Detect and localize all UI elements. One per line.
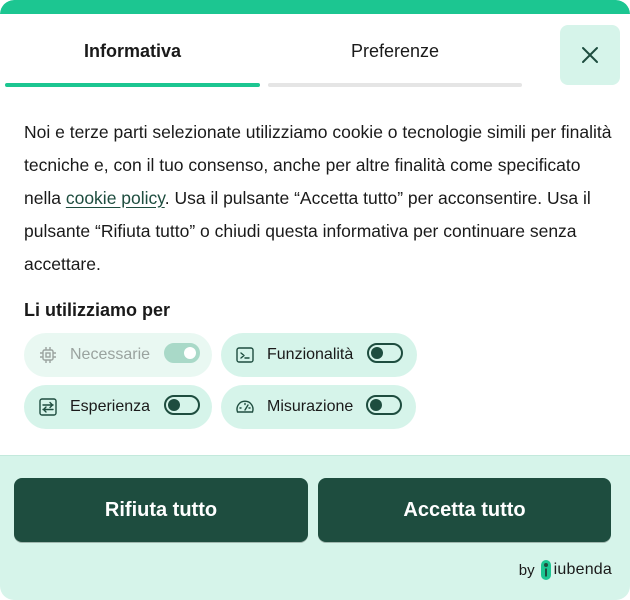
purpose-label: Necessarie: [70, 346, 151, 363]
accent-top-bar: [0, 0, 630, 14]
active-tab-indicator: [5, 83, 260, 87]
purpose-chip-esperienza: Esperienza: [24, 385, 212, 429]
purposes-title: Li utilizziamo per: [24, 300, 171, 320]
tab-bar: Informativa Preferenze: [0, 14, 630, 88]
chip-icon: [38, 345, 58, 365]
iubenda-logo-icon: [540, 560, 551, 580]
toggle-knob: [371, 347, 383, 359]
cookie-consent-dialog: Informativa Preferenze Noi e terze parti…: [0, 0, 630, 600]
purpose-chip-necessarie: Necessarie: [24, 333, 212, 377]
footer-divider: [0, 455, 630, 456]
iubenda-branding[interactable]: by iubenda: [519, 560, 612, 580]
toggle-knob: [370, 399, 382, 411]
close-icon: [582, 47, 598, 63]
reject-all-button[interactable]: Rifiuta tutto: [14, 478, 308, 542]
terminal-icon: [235, 345, 255, 365]
toggle-misurazione[interactable]: [366, 395, 402, 415]
purpose-label: Esperienza: [70, 398, 151, 415]
toggle-funzionalita[interactable]: [367, 343, 403, 363]
toggle-esperienza[interactable]: [164, 395, 200, 415]
accept-all-button[interactable]: Accetta tutto: [318, 478, 611, 542]
gauge-icon: [235, 397, 255, 417]
brand-name: iubenda: [553, 561, 612, 578]
purpose-label: Misurazione: [267, 398, 354, 415]
toggle-necessarie: [164, 343, 200, 363]
purpose-chip-funzionalita: Funzionalità: [221, 333, 417, 377]
swap-icon: [38, 397, 58, 417]
brand-by-label: by: [518, 561, 535, 579]
toggle-knob: [168, 399, 180, 411]
inactive-tab-indicator: [268, 83, 522, 87]
purpose-chip-misurazione: Misurazione: [221, 385, 416, 429]
toggle-knob: [184, 347, 196, 359]
consent-description: Noi e terze parti selezionate utilizziam…: [24, 116, 614, 281]
cookie-policy-link[interactable]: cookie policy: [66, 188, 165, 208]
purpose-label: Funzionalità: [267, 346, 354, 363]
close-button[interactable]: [560, 25, 620, 85]
tab-preferenze[interactable]: Preferenze: [268, 14, 522, 88]
tab-informativa[interactable]: Informativa: [5, 14, 260, 88]
